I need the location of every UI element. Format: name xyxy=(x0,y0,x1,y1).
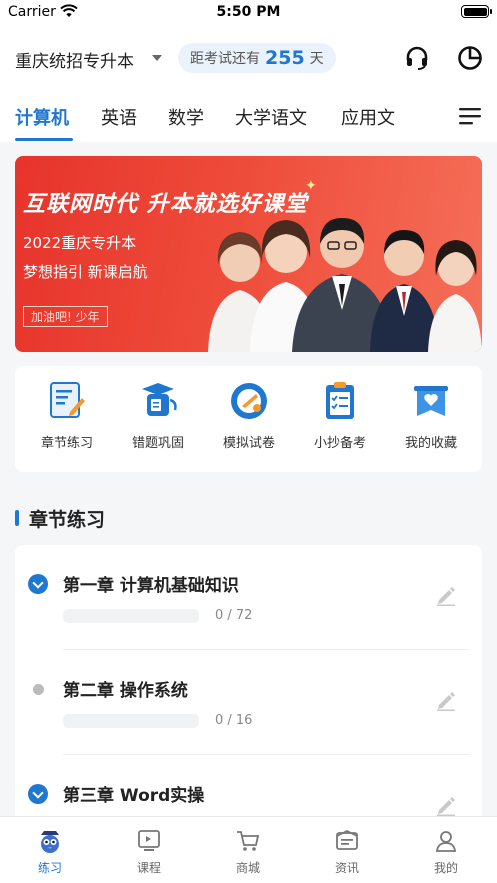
chapter-practice-icon xyxy=(50,382,85,418)
quick-action-label: 章节练习 xyxy=(40,436,93,451)
quick-action-chapter-practice[interactable]: 章节练习 xyxy=(27,380,107,451)
profile-icon xyxy=(435,831,457,852)
tabbar-profile[interactable]: 我的 xyxy=(411,827,481,876)
section-title: 章节练习 xyxy=(29,508,106,531)
practice-mascot-icon xyxy=(41,831,59,853)
quick-action-mock-exam[interactable]: 模拟试卷 xyxy=(209,380,289,451)
tabbar-news[interactable]: 资讯 xyxy=(312,827,382,876)
headset-icon[interactable] xyxy=(404,45,430,71)
tabbar-label: 课程 xyxy=(136,861,161,875)
edit-icon[interactable] xyxy=(435,584,457,606)
chapter-title: 第二章 操作系统 xyxy=(63,681,188,701)
chevron-down-icon[interactable] xyxy=(152,55,162,61)
tabbar-course[interactable]: 课程 xyxy=(114,827,184,876)
cart-icon xyxy=(237,831,260,851)
pie-chart-icon[interactable] xyxy=(457,45,483,71)
chapter-progress-bar xyxy=(63,609,199,623)
banner-subtitle-2: 梦想指引 新课启航 xyxy=(23,263,148,281)
quick-action-label: 错题巩固 xyxy=(131,436,184,451)
course-icon xyxy=(138,830,160,851)
sparkle-icon: ✦ xyxy=(305,178,317,194)
tab-applied-writing[interactable]: 应用文 xyxy=(341,104,395,130)
chapter-item[interactable]: 第二章 操作系统 0 / 16 xyxy=(15,650,482,755)
quick-action-label: 模拟试卷 xyxy=(222,436,275,451)
promo-banner[interactable]: 互联网时代 升本就选好课堂 ✦ 2022重庆专升本 梦想指引 新课启航 加油吧!… xyxy=(15,156,482,352)
top-header: 重庆统招专升本 距考试还有 255 天 xyxy=(0,26,497,90)
tab-computer[interactable]: 计算机 xyxy=(15,104,69,130)
countdown-days: 255 xyxy=(265,47,305,69)
news-icon xyxy=(336,829,358,850)
quick-action-notes[interactable]: 小抄备考 xyxy=(300,380,380,451)
chapter-title: 第一章 计算机基础知识 xyxy=(63,576,239,596)
menu-icon[interactable] xyxy=(459,107,481,125)
tab-math[interactable]: 数学 xyxy=(168,104,204,130)
mock-exam-icon xyxy=(231,383,267,419)
tabbar-label: 练习 xyxy=(37,861,62,875)
banner-subtitle-1: 2022重庆专升本 xyxy=(23,234,137,252)
tabbar-shop[interactable]: 商城 xyxy=(213,827,283,876)
countdown-prefix: 距考试还有 xyxy=(190,51,260,67)
tabbar-label: 资讯 xyxy=(334,861,359,875)
section-header-chapter-practice: 章节练习 xyxy=(15,506,106,531)
notes-icon xyxy=(326,382,354,419)
tabbar-label: 商城 xyxy=(235,861,260,875)
edit-icon[interactable] xyxy=(435,794,457,816)
banner-tag: 加油吧! 少年 xyxy=(23,306,108,327)
chapter-list: 第一章 计算机基础知识 0 / 72 第二章 操作系统 0 / 16 第三章 W… xyxy=(15,545,482,835)
quick-action-favorites[interactable]: 我的收藏 xyxy=(391,380,471,451)
quick-action-label: 小抄备考 xyxy=(313,436,366,451)
section-accent-bar xyxy=(15,510,19,526)
edit-icon[interactable] xyxy=(435,689,457,711)
status-bar: Carrier 5:50 PM xyxy=(0,0,497,26)
wrong-questions-icon xyxy=(142,383,177,416)
chapter-progress-count: 0 / 16 xyxy=(215,713,253,728)
teachers-photo xyxy=(208,218,482,352)
exam-countdown-badge: 距考试还有 255 天 xyxy=(178,43,336,73)
favorites-icon xyxy=(414,386,448,416)
chapter-progress-bar xyxy=(63,714,199,728)
clock: 5:50 PM xyxy=(216,4,281,20)
quick-action-wrong-questions[interactable]: 错题巩固 xyxy=(118,380,198,451)
tab-english[interactable]: 英语 xyxy=(101,104,137,130)
chapter-progress-count: 0 / 72 xyxy=(215,608,253,623)
chapter-title: 第三章 Word实操 xyxy=(63,786,205,806)
subject-tabs: 计算机 英语 数学 大学语文 应用文 xyxy=(0,90,497,142)
quick-actions-card: 章节练习 错题巩固 模拟试卷 小抄备考 我的收藏 xyxy=(15,366,482,472)
tabbar-label: 我的 xyxy=(433,861,458,875)
expand-check-icon[interactable] xyxy=(28,574,48,594)
bottom-tab-bar: 练习 课程 商城 资讯 我的 xyxy=(0,816,497,883)
countdown-suffix: 天 xyxy=(309,51,324,67)
chapter-item[interactable]: 第一章 计算机基础知识 0 / 72 xyxy=(15,545,482,650)
expand-check-icon[interactable] xyxy=(28,784,48,804)
tab-college-chinese[interactable]: 大学语文 xyxy=(235,104,307,130)
quick-action-label: 我的收藏 xyxy=(404,436,457,451)
tabbar-practice[interactable]: 练习 xyxy=(15,827,85,876)
collapsed-dot-icon xyxy=(33,684,44,695)
active-tab-indicator xyxy=(15,138,73,141)
battery-icon xyxy=(461,5,492,18)
exam-selector[interactable]: 重庆统招专升本 xyxy=(15,47,134,72)
